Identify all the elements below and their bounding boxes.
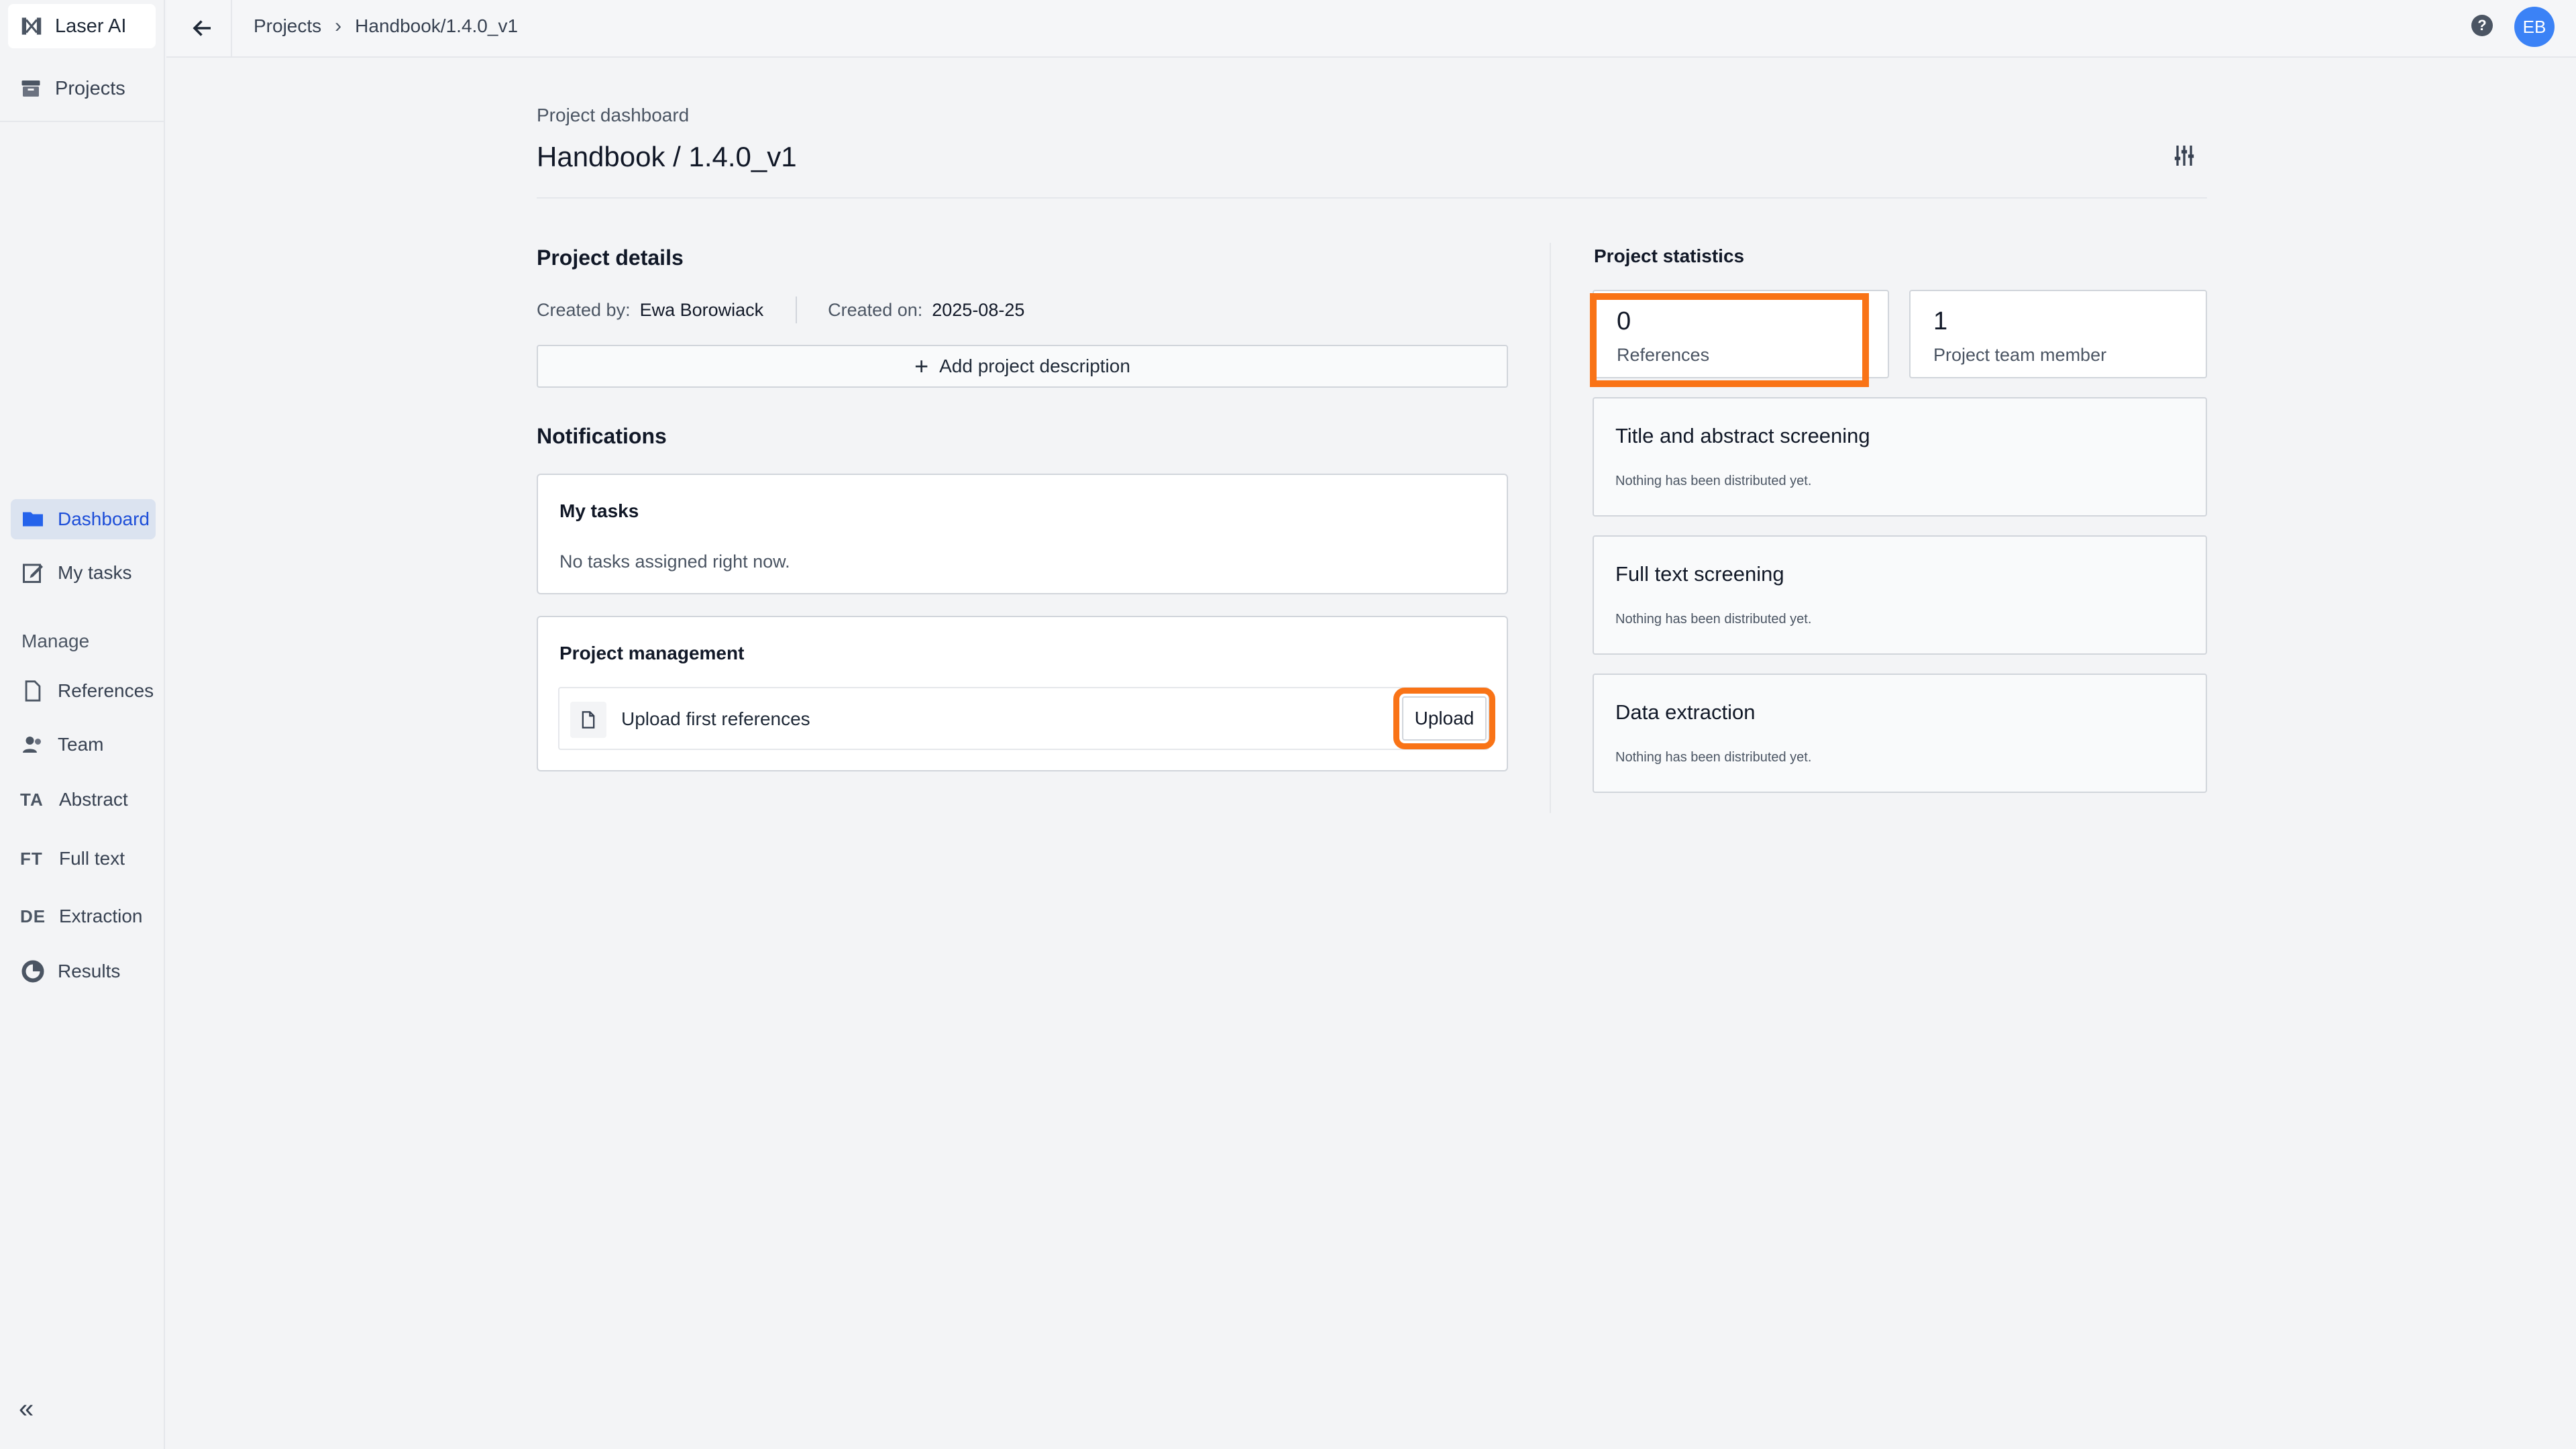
created-by-value: Ewa Borowiack xyxy=(639,299,764,320)
phase-note: Nothing has been distributed yet. xyxy=(1615,474,1812,488)
sidebar-item-team[interactable]: Team xyxy=(11,724,156,765)
project-meta: Created by: Ewa Borowiack Created on: 20… xyxy=(537,297,1024,323)
created-on-label: Created on: xyxy=(828,299,923,320)
phase-card-full-text[interactable]: Full text screening Nothing has been dis… xyxy=(1593,535,2207,655)
sidebar-item-label: References xyxy=(58,680,154,701)
team-label: Project team member xyxy=(1933,345,2107,365)
project-management-title: Project management xyxy=(559,643,745,663)
sidebar-item-references[interactable]: References xyxy=(11,671,156,711)
full-text-abbr-icon: FT xyxy=(20,848,43,869)
sidebar-item-projects[interactable]: Projects xyxy=(11,68,156,109)
breadcrumb-projects-link[interactable]: Projects xyxy=(254,15,321,37)
phase-title: Full text screening xyxy=(1615,562,1784,586)
chevron-right-icon: › xyxy=(335,15,342,37)
sidebar-item-label: Results xyxy=(58,961,121,981)
sidebar-item-extraction[interactable]: DE Extraction xyxy=(11,896,156,936)
column-divider xyxy=(1550,243,1551,813)
archive-icon xyxy=(21,80,40,97)
collapse-sidebar-icon[interactable]: « xyxy=(19,1394,34,1424)
extraction-abbr-icon: DE xyxy=(20,906,46,926)
upload-references-row: Upload first references Upload xyxy=(558,687,1495,750)
project-statistics-title: Project statistics xyxy=(1594,246,1745,266)
sidebar-item-label: Full text xyxy=(59,848,125,869)
add-project-description-button[interactable]: + Add project description xyxy=(537,345,1508,388)
sidebar-item-dashboard[interactable]: Dashboard xyxy=(11,499,156,539)
references-label: References xyxy=(1617,345,1710,365)
upload-button[interactable]: Upload xyxy=(1393,688,1495,749)
notifications-title: Notifications xyxy=(537,424,667,448)
my-tasks-title: My tasks xyxy=(559,500,639,521)
sidebar-item-my-tasks[interactable]: My tasks xyxy=(11,553,156,593)
sidebar-item-label: My tasks xyxy=(58,562,132,583)
breadcrumb: Projects › Handbook/1.4.0_v1 xyxy=(254,15,518,38)
brand-logo-link[interactable]: Laser AI xyxy=(8,4,156,48)
phase-title: Data extraction xyxy=(1615,700,1756,724)
sidebar-item-label: Abstract xyxy=(59,789,128,810)
document-icon xyxy=(20,678,46,704)
manage-section-label: Manage xyxy=(21,631,90,651)
sidebar-item-label: Dashboard xyxy=(58,508,150,529)
created-by-label: Created by: xyxy=(537,299,631,320)
phase-card-data-extraction[interactable]: Data extraction Nothing has been distrib… xyxy=(1593,674,2207,793)
phase-note: Nothing has been distributed yet. xyxy=(1615,612,1812,627)
help-icon[interactable]: ? xyxy=(2471,15,2493,36)
settings-sliders-icon[interactable] xyxy=(2171,142,2198,169)
project-management-card: Project management Upload first referenc… xyxy=(537,616,1508,771)
references-count: 0 xyxy=(1617,307,1631,335)
title-divider xyxy=(537,197,2207,199)
sidebar-item-full-text[interactable]: FT Full text xyxy=(11,839,156,879)
sidebar-item-label: Projects xyxy=(55,77,125,99)
sidebar-item-abstract[interactable]: TA Abstract xyxy=(11,780,156,820)
laser-ai-logo-icon xyxy=(21,17,42,35)
back-arrow-icon[interactable] xyxy=(186,12,219,44)
user-avatar[interactable]: EB xyxy=(2514,7,2555,47)
created-on-value: 2025-08-25 xyxy=(932,299,1025,320)
upload-references-text: Upload first references xyxy=(621,708,810,729)
sidebar-item-results[interactable]: Results xyxy=(11,951,156,991)
project-details-title: Project details xyxy=(537,246,684,270)
file-icon xyxy=(570,702,606,738)
plus-icon: + xyxy=(914,352,929,380)
phase-card-title-abstract[interactable]: Title and abstract screening Nothing has… xyxy=(1593,397,2207,517)
team-count: 1 xyxy=(1933,307,1948,335)
abstract-abbr-icon: TA xyxy=(20,789,44,810)
brand-name: Laser AI xyxy=(55,15,127,37)
top-bar: Projects › Handbook/1.4.0_v1 ? EB xyxy=(166,0,2576,58)
references-stat-card[interactable]: 0 References xyxy=(1593,290,1889,378)
team-stat-card[interactable]: 1 Project team member xyxy=(1909,290,2207,378)
edit-icon xyxy=(20,560,46,586)
add-description-label: Add project description xyxy=(939,356,1130,376)
results-icon xyxy=(20,959,46,984)
phase-note: Nothing has been distributed yet. xyxy=(1615,750,1812,765)
my-tasks-empty-text: No tasks assigned right now. xyxy=(559,551,790,572)
meta-divider xyxy=(796,297,798,323)
sidebar-divider xyxy=(0,121,165,122)
sidebar-item-label: Team xyxy=(58,734,104,755)
folder-icon xyxy=(20,506,46,532)
page-eyebrow: Project dashboard xyxy=(537,105,690,125)
breadcrumb-current: Handbook/1.4.0_v1 xyxy=(355,15,519,36)
sidebar: Laser AI Projects Dashboard My tasks Man… xyxy=(0,0,165,1449)
my-tasks-card: My tasks No tasks assigned right now. xyxy=(537,474,1508,594)
phase-title: Title and abstract screening xyxy=(1615,424,1870,447)
topbar-divider xyxy=(231,0,232,58)
page-title: Handbook / 1.4.0_v1 xyxy=(537,141,797,172)
team-icon xyxy=(20,732,46,757)
sidebar-item-label: Extraction xyxy=(59,906,143,926)
